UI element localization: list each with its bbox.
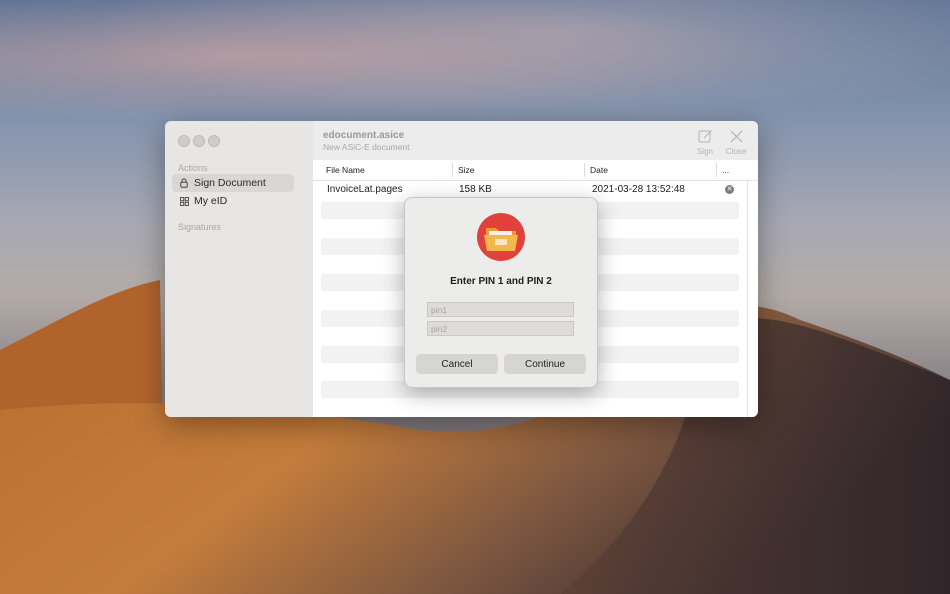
column-header-more[interactable]: ... <box>722 165 729 175</box>
column-divider <box>716 163 717 177</box>
sign-icon <box>698 130 712 143</box>
zoom-window-button[interactable] <box>208 135 220 147</box>
pin2-field[interactable] <box>427 321 574 336</box>
vertical-scrollbar[interactable] <box>747 180 748 417</box>
table-header: File Name Size Date ... <box>313 160 758 181</box>
document-subtitle: New ASiC-E document <box>323 142 410 152</box>
column-divider <box>584 163 585 177</box>
column-divider <box>452 163 453 177</box>
close-window-button[interactable] <box>178 135 190 147</box>
table-row[interactable]: InvoiceLat.pages 158 KB 2021-03-28 13:52… <box>321 181 739 198</box>
cell-size: 158 KB <box>459 184 492 195</box>
title-bar: edocument.asice New ASiC-E document Sign… <box>313 121 758 160</box>
close-toolbar-button[interactable]: Close <box>722 129 750 156</box>
sidebar-item-label: Sign Document <box>194 177 266 189</box>
cell-file-name: InvoiceLat.pages <box>327 184 403 195</box>
pin-dialog: Enter PIN 1 and PIN 2 Cancel Continue <box>404 197 598 388</box>
pin1-field[interactable] <box>427 302 574 317</box>
sidebar-signatures-header: Signatures <box>178 222 222 232</box>
minimize-window-button[interactable] <box>193 135 205 147</box>
grid-icon <box>178 196 190 206</box>
sign-label: Sign <box>696 147 713 156</box>
cell-date: 2021-03-28 13:52:48 <box>592 184 685 195</box>
document-title: edocument.asice <box>323 130 405 141</box>
column-header-date[interactable]: Date <box>590 165 608 175</box>
continue-button[interactable]: Continue <box>504 354 586 374</box>
sidebar-item-label: My eID <box>194 195 228 207</box>
sidebar-item-sign-document[interactable]: Sign Document <box>172 174 294 192</box>
sign-toolbar-button[interactable]: Sign <box>691 129 719 156</box>
folder-icon <box>477 213 525 261</box>
close-icon <box>730 130 742 143</box>
column-header-file-name[interactable]: File Name <box>326 165 365 175</box>
cancel-button[interactable]: Cancel <box>416 354 498 374</box>
lock-icon <box>178 178 190 188</box>
sidebar-actions-header: Actions <box>178 163 208 173</box>
close-label: Close <box>725 147 747 156</box>
column-header-size[interactable]: Size <box>458 165 475 175</box>
remove-file-icon[interactable]: ✕ <box>725 185 734 194</box>
dialog-title: Enter PIN 1 and PIN 2 <box>450 276 552 287</box>
sidebar: Actions Sign Document My eID Signatures <box>165 121 313 417</box>
sidebar-item-my-eid[interactable]: My eID <box>172 192 294 210</box>
